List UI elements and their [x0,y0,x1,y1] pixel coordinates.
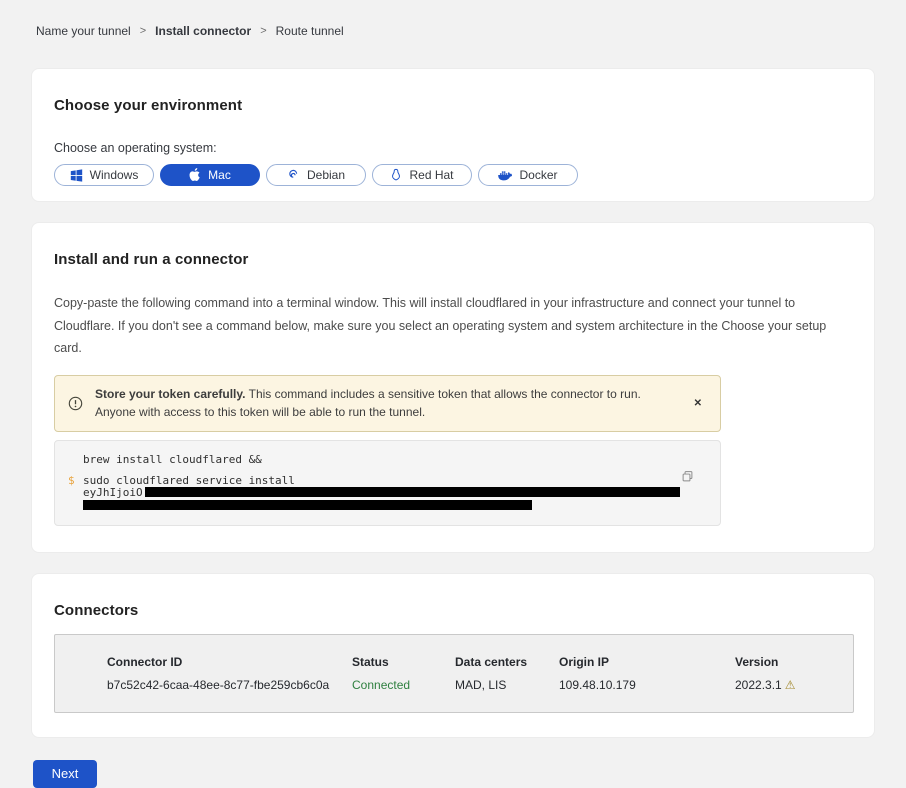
os-button-label: Red Hat [409,168,453,182]
col-connector-id: Connector ID [107,655,352,669]
install-command-code-block: brew install cloudflared && $ sudo cloud… [54,440,721,526]
col-data-centers: Data centers [455,655,559,669]
token-warning-bold: Store your token carefully. [95,387,246,401]
breadcrumb-route-tunnel[interactable]: Route tunnel [276,24,344,38]
os-button-redhat[interactable]: Red Hat [372,164,472,186]
install-description: Copy-paste the following command into a … [54,292,852,360]
table-row: b7c52c42-6caa-48ee-8c77-fbe259cb6c0a Con… [107,678,853,692]
environment-card-title: Choose your environment [54,97,852,114]
prompt-gutter [68,487,83,498]
os-select-label: Choose an operating system: [54,141,852,155]
token-prefix: eyJhIjoiO [83,487,143,498]
col-version: Version [735,655,853,669]
data-centers-value: MAD, LIS [455,678,559,692]
next-button[interactable]: Next [33,760,97,788]
dollar-prompt: $ [68,475,83,486]
os-button-label: Docker [519,168,557,182]
connectors-card-title: Connectors [54,602,852,619]
code-line-brew: brew install cloudflared && [68,454,706,465]
origin-ip-value: 109.48.10.179 [559,678,735,692]
version-value: 2022.3.1⚠ [735,678,853,692]
warning-triangle-icon: ⚠ [785,678,796,692]
debian-logo-icon [287,169,300,182]
code-line-token-2 [68,498,706,511]
code-line-token: eyJhIjoiO [68,487,706,498]
connectors-card: Connectors Connector ID Status Data cent… [31,573,875,738]
token-warning-banner: Store your token carefully. This command… [54,375,721,432]
connectors-table-header: Connector ID Status Data centers Origin … [107,655,853,669]
status-badge: Connected [352,678,455,692]
os-button-mac[interactable]: Mac [160,164,260,186]
breadcrumb-name-your-tunnel[interactable]: Name your tunnel [36,24,131,38]
alert-circle-icon [68,396,83,411]
col-origin-ip: Origin IP [559,655,735,669]
redhat-tux-icon [390,168,402,182]
environment-card: Choose your environment Choose an operat… [31,68,875,202]
token-warning-text: Store your token carefully. This command… [95,385,676,422]
os-button-label: Mac [208,168,231,182]
windows-logo-icon [70,169,83,182]
close-icon[interactable]: ✕ [688,394,708,413]
breadcrumb-install-connector[interactable]: Install connector [155,24,251,38]
install-card-title: Install and run a connector [54,251,852,268]
os-button-windows[interactable]: Windows [54,164,154,186]
redaction-bar [83,500,532,510]
breadcrumb: Name your tunnel > Install connector > R… [0,0,906,38]
os-button-group: Windows Mac Debian Red Hat Docker [54,164,852,186]
install-connector-card: Install and run a connector Copy-paste t… [31,222,875,553]
code-line-sudo: $ sudo cloudflared service install [68,475,706,486]
docker-whale-icon [498,169,512,181]
copy-icon[interactable] [679,468,696,488]
os-button-docker[interactable]: Docker [478,164,578,186]
breadcrumb-separator: > [260,25,266,37]
os-button-label: Debian [307,168,345,182]
breadcrumb-separator: > [140,25,146,37]
connector-id-value: b7c52c42-6caa-48ee-8c77-fbe259cb6c0a [107,678,352,692]
os-button-label: Windows [90,168,139,182]
connectors-table: Connector ID Status Data centers Origin … [54,634,854,713]
prompt-gutter [68,454,83,465]
os-button-debian[interactable]: Debian [266,164,366,186]
col-status: Status [352,655,455,669]
redaction-bar [145,487,680,497]
apple-logo-icon [189,168,201,182]
